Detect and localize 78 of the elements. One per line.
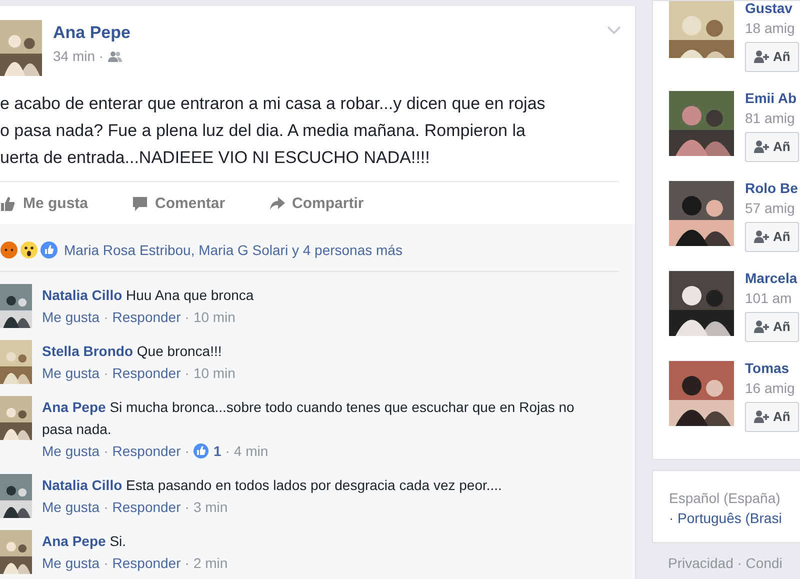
like-link[interactable]: Me gusta bbox=[42, 306, 100, 328]
comment-time[interactable]: 2 min bbox=[193, 552, 228, 574]
avatar[interactable] bbox=[0, 530, 32, 574]
like-link[interactable]: Me gusta bbox=[42, 362, 100, 384]
author-name[interactable]: Ana Pepe bbox=[53, 23, 130, 42]
reply-link[interactable]: Responder bbox=[112, 306, 181, 328]
commenter-name[interactable]: Natalia Cillo bbox=[42, 476, 122, 492]
friend-count: 16 amig bbox=[745, 379, 796, 398]
separator: · bbox=[104, 364, 108, 382]
avatar[interactable] bbox=[0, 474, 32, 518]
friend-count: 18 amig bbox=[745, 19, 796, 38]
friends-icon bbox=[108, 51, 122, 62]
person-name[interactable]: Marcela bbox=[745, 271, 800, 285]
post-text: e acabo de enterar que entraron a mi casa a robar...y dicen que en rojas o pasa nada? Fue a plena luz del dia. A media mañana. Rompieron la uerta de entrada...NADIEEE VIO NI ESCUCHO NADA!!!! bbox=[0, 93, 546, 169]
separator: · bbox=[184, 554, 190, 572]
separator: · bbox=[104, 554, 108, 572]
add-friend-icon bbox=[754, 50, 770, 64]
comment-text: Stella Brondo Que bronca!!! bbox=[42, 342, 223, 361]
surprised-face-icon[interactable] bbox=[20, 241, 38, 259]
add-friend-icon bbox=[754, 320, 770, 334]
separator: · bbox=[104, 308, 108, 326]
reply-link[interactable]: Responder bbox=[112, 496, 181, 518]
thumbs-up-icon bbox=[0, 196, 16, 212]
commenter-name[interactable]: Ana Pepe bbox=[42, 398, 106, 414]
separator: · bbox=[225, 442, 230, 460]
add-friend-button[interactable]: Añ bbox=[745, 132, 800, 162]
person-name[interactable]: Gustav bbox=[745, 1, 800, 15]
post-time[interactable]: 34 min · bbox=[53, 46, 104, 67]
comment-text: Ana Pepe Si mucha bronca...sobre todo cuando tenes que escuchar que en Rojas no pasa nada. bbox=[42, 398, 576, 439]
share-button[interactable]: Compartir bbox=[269, 193, 364, 216]
reply-link[interactable]: Responder bbox=[112, 552, 181, 574]
add-friend-button[interactable]: Añ bbox=[745, 42, 800, 72]
add-friend-icon bbox=[754, 410, 770, 424]
angry-face-icon[interactable] bbox=[0, 241, 18, 259]
like-link[interactable]: Me gusta bbox=[42, 552, 100, 574]
comment-text: Natalia Cillo Esta pasando en todos lados por desgracia cada vez peor.... bbox=[42, 476, 502, 495]
friend-count: 101 am bbox=[745, 289, 793, 308]
comment-time[interactable]: 10 min bbox=[193, 306, 236, 328]
like-count[interactable]: 1 bbox=[213, 440, 222, 462]
add-friend-button[interactable]: Añ bbox=[745, 402, 800, 432]
language-link[interactable]: · Português (Brasi bbox=[669, 508, 800, 528]
commenter-name[interactable]: Ana Pepe bbox=[42, 532, 106, 548]
like-button[interactable]: Me gusta bbox=[0, 193, 88, 216]
commenter-name[interactable]: Natalia Cillo bbox=[42, 286, 122, 302]
comment-time[interactable]: 3 min bbox=[193, 496, 228, 518]
separator: · bbox=[104, 442, 108, 460]
like-link[interactable]: Me gusta bbox=[42, 440, 100, 462]
separator: · bbox=[184, 308, 190, 326]
separator: · bbox=[184, 498, 190, 516]
add-friend-button[interactable]: Añ bbox=[745, 222, 800, 252]
friend-count: 57 amig bbox=[745, 199, 796, 218]
like-icon bbox=[193, 442, 210, 458]
comment-text: Natalia Cillo Huu Ana que bronca bbox=[42, 286, 254, 305]
current-language: Español (España) bbox=[669, 489, 782, 508]
comment-text: Ana Pepe Si. bbox=[42, 532, 128, 551]
commenter-name[interactable]: Stella Brondo bbox=[42, 342, 134, 358]
comment-button[interactable]: Comentar bbox=[132, 193, 226, 216]
add-friend-icon bbox=[754, 140, 770, 154]
avatar[interactable] bbox=[0, 284, 32, 328]
separator: · bbox=[184, 364, 190, 382]
friend-count: 81 amig bbox=[745, 109, 796, 128]
add-friend-icon bbox=[754, 230, 770, 244]
person-name[interactable]: Rolo Be bbox=[745, 181, 800, 195]
reply-link[interactable]: Responder bbox=[112, 440, 181, 462]
share-arrow-icon bbox=[269, 196, 286, 212]
avatar[interactable] bbox=[0, 396, 32, 440]
reply-link[interactable]: Responder bbox=[112, 362, 181, 384]
add-friend-button[interactable]: Añ bbox=[745, 312, 800, 342]
separator: · bbox=[184, 442, 190, 460]
comment-time[interactable]: 4 min bbox=[234, 440, 268, 462]
reactions-summary[interactable]: Maria Rosa Estribou, Maria G Solari y 4 personas más bbox=[64, 240, 402, 260]
avatar[interactable] bbox=[0, 20, 42, 76]
comment-time[interactable]: 10 min bbox=[193, 362, 236, 384]
speech-bubble-icon bbox=[132, 196, 148, 212]
person-name[interactable]: Tomas bbox=[745, 361, 800, 375]
separator: · bbox=[104, 498, 108, 516]
like-link[interactable]: Me gusta bbox=[42, 496, 100, 518]
person-name[interactable]: Emii Ab bbox=[745, 91, 800, 105]
